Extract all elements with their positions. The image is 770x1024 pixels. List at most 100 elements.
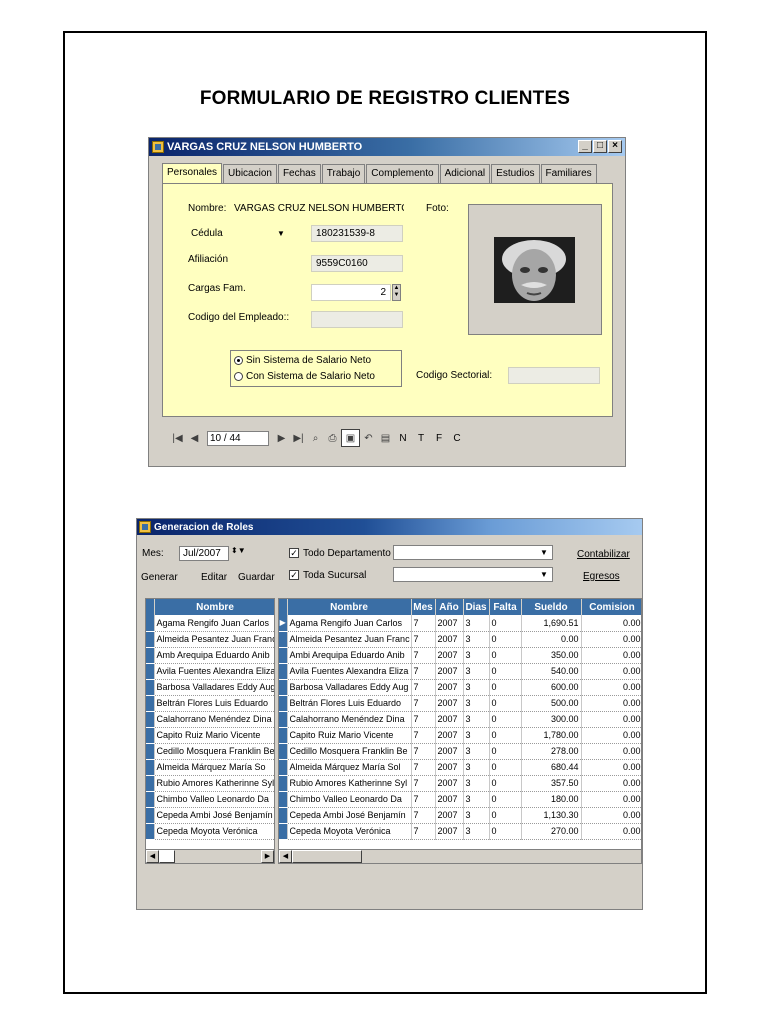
row-indicator[interactable] [279, 663, 288, 680]
cell-nombre[interactable]: Rubio Amores Katherinne Syl [287, 775, 412, 792]
row-indicator[interactable] [279, 631, 288, 648]
cargas-field[interactable]: 2 [311, 284, 391, 301]
cell-sueldo[interactable]: 540.00 [521, 663, 582, 680]
row-indicator[interactable] [146, 807, 155, 824]
table-row[interactable]: Capito Ruiz Mario Vicente 7 2007 3 0 1,780.00… [279, 727, 641, 744]
row-indicator[interactable] [146, 679, 155, 696]
row-indicator[interactable] [279, 743, 288, 760]
table-row[interactable]: Avila Fuentes Alexandra Eliza [146, 663, 274, 680]
cell-dias[interactable]: 3 [463, 663, 490, 680]
radio-unselected-icon[interactable] [234, 372, 243, 381]
cell-sueldo[interactable]: 300.00 [521, 711, 582, 728]
cell-dias[interactable]: 3 [463, 631, 490, 648]
cell-sueldo[interactable]: 180.00 [521, 791, 582, 808]
nav-letter-n[interactable]: N [394, 433, 412, 444]
cell-dias[interactable]: 3 [463, 615, 490, 632]
tab-trabajo[interactable]: Trabajo [321, 164, 366, 183]
row-indicator[interactable]: ▶ [279, 615, 288, 632]
cell-nombre[interactable]: Cepeda Ambi José Benjamín [287, 807, 412, 824]
cell-anio[interactable]: 2007 [435, 647, 464, 664]
cell-nombre[interactable]: Beltrán Flores Luis Eduardo [154, 695, 274, 712]
doc-number-field[interactable]: 180231539-8 [311, 225, 403, 242]
table-row[interactable]: Almeida Márquez María So [146, 759, 274, 776]
radio-con-salario-neto[interactable]: Con Sistema de Salario Neto [234, 371, 375, 382]
cell-anio[interactable]: 2007 [435, 695, 464, 712]
cell-anio[interactable]: 2007 [435, 727, 464, 744]
cell-nombre[interactable]: Chimbo Valleo Leonardo Da [287, 791, 412, 808]
cell-falta[interactable]: 0 [489, 615, 522, 632]
cargas-spinner[interactable]: ▲ ▼ [392, 284, 401, 301]
cell-nombre[interactable]: Cepeda Ambi José Benjamín [154, 807, 274, 824]
cell-anio[interactable]: 2007 [435, 615, 464, 632]
cell-falta[interactable]: 0 [489, 663, 522, 680]
cell-mes[interactable]: 7 [411, 631, 436, 648]
cell-nombre[interactable]: Almeida Márquez María So [154, 759, 274, 776]
cell-falta[interactable]: 0 [489, 679, 522, 696]
client-window-titlebar[interactable]: VARGAS CRUZ NELSON HUMBERTO _ □ × [149, 138, 625, 156]
table-row[interactable]: Almeida Pesantez Juan Franc 7 2007 3 0 0.00 0.… [279, 631, 641, 648]
table-row[interactable]: Cepeda Moyota Verónica 7 2007 3 0 270.00 0.00 [279, 823, 641, 840]
close-icon[interactable]: × [608, 140, 622, 153]
cell-mes[interactable]: 7 [411, 823, 436, 840]
cell-comision[interactable]: 0.00 [581, 759, 641, 776]
table-row[interactable]: Almeida Márquez María Sol 7 2007 3 0 680.44 0.… [279, 759, 641, 776]
table-row[interactable]: Beltrán Flores Luis Eduardo 7 2007 3 0 500.00… [279, 695, 641, 712]
row-indicator[interactable] [146, 727, 155, 744]
cell-anio[interactable]: 2007 [435, 711, 464, 728]
tab-estudios[interactable]: Estudios [491, 164, 540, 183]
row-indicator[interactable] [146, 775, 155, 792]
cell-nombre[interactable]: Chimbo Valleo Leonardo Da [154, 791, 274, 808]
column-header-nombre[interactable]: Nombre [287, 599, 412, 615]
row-indicator[interactable] [279, 727, 288, 744]
cell-nombre[interactable]: Agama Rengifo Juan Carlos [287, 615, 412, 632]
row-indicator[interactable] [279, 711, 288, 728]
cell-sueldo[interactable]: 600.00 [521, 679, 582, 696]
cell-dias[interactable]: 3 [463, 775, 490, 792]
cell-falta[interactable]: 0 [489, 727, 522, 744]
column-header-comision[interactable]: Comision [581, 599, 641, 615]
cell-comision[interactable]: 0.00 [581, 791, 641, 808]
cell-comision[interactable]: 0.00 [581, 775, 641, 792]
cell-nombre[interactable]: Cedillo Mosquera Franklin Be [154, 743, 274, 760]
cell-anio[interactable]: 2007 [435, 807, 464, 824]
cell-nombre[interactable]: Agama Rengifo Juan Carlos [154, 615, 274, 632]
table-row[interactable]: Cedillo Mosquera Franklin Be 7 2007 3 0 278.0… [279, 743, 641, 760]
cell-mes[interactable]: 7 [411, 663, 436, 680]
prev-record-icon[interactable]: ◀ [186, 430, 203, 446]
table-row[interactable]: Ambi Arequipa Eduardo Anib 7 2007 3 0 350.00 0… [279, 647, 641, 664]
table-row[interactable]: Capito Ruiz Mario Vicente [146, 727, 274, 744]
tab-personales[interactable]: Personales [162, 163, 223, 184]
column-header-mes[interactable]: Mes [411, 599, 436, 615]
record-position[interactable]: 10 / 44 [207, 430, 269, 446]
table-row[interactable]: Barbosa Valladares Eddy Aug [146, 679, 274, 696]
table-row[interactable]: Calahorrano Menéndez Dina [146, 711, 274, 728]
cell-nombre[interactable]: Calahorrano Menéndez Dina [154, 711, 274, 728]
cell-nombre[interactable]: Almeida Pesantez Juan Franc [287, 631, 412, 648]
cell-nombre[interactable]: Calahorrano Menéndez Dina [287, 711, 412, 728]
maximize-icon[interactable]: □ [593, 140, 607, 153]
radio-selected-icon[interactable] [234, 356, 243, 365]
cell-comision[interactable]: 0.00 [581, 631, 641, 648]
table-row[interactable]: Beltrán Flores Luis Eduardo [146, 695, 274, 712]
cell-sueldo[interactable]: 500.00 [521, 695, 582, 712]
row-indicator[interactable] [279, 775, 288, 792]
last-record-icon[interactable]: ▶| [290, 430, 307, 446]
cell-falta[interactable]: 0 [489, 775, 522, 792]
table-row[interactable]: Calahorrano Menéndez Dina 7 2007 3 0 300.00 0.… [279, 711, 641, 728]
cell-sueldo[interactable]: 1,690.51 [521, 615, 582, 632]
table-row[interactable]: Barbosa Valladares Eddy Aug 7 2007 3 0 600.00… [279, 679, 641, 696]
left-horizontal-scrollbar[interactable]: ◀ ▶ [146, 849, 274, 863]
generar-button[interactable]: Generar [141, 572, 178, 583]
table-row[interactable]: Agama Rengifo Juan Carlos [146, 615, 274, 632]
roles-window-titlebar[interactable]: Generacion de Roles [137, 519, 642, 535]
row-indicator[interactable] [146, 743, 155, 760]
scroll-left-icon[interactable]: ◀ [146, 850, 159, 863]
table-row[interactable]: Chimbo Valleo Leonardo Da [146, 791, 274, 808]
table-row[interactable]: Avila Fuentes Alexandra Eliza 7 2007 3 0 540.… [279, 663, 641, 680]
row-indicator[interactable] [279, 759, 288, 776]
cell-comision[interactable]: 0.00 [581, 615, 641, 632]
cell-falta[interactable]: 0 [489, 791, 522, 808]
cell-sueldo[interactable]: 1,130.30 [521, 807, 582, 824]
cell-dias[interactable]: 3 [463, 791, 490, 808]
row-indicator[interactable] [279, 823, 288, 840]
